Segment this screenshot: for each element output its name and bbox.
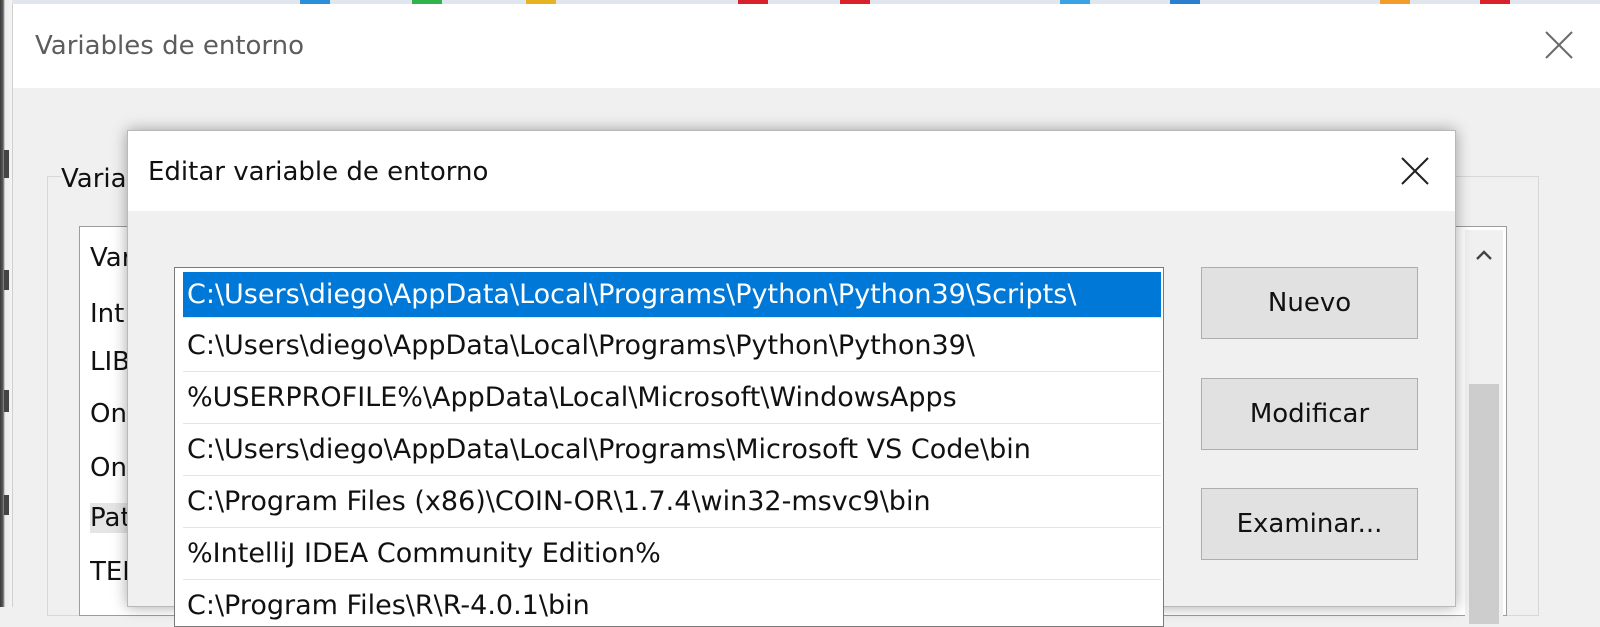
outer-dialog-title: Variables de entorno xyxy=(35,31,305,61)
chevron-up-icon[interactable] xyxy=(1473,244,1495,266)
path-entry[interactable]: %USERPROFILE%\AppData\Local\Microsoft\Wi… xyxy=(183,372,1161,424)
outer-titlebar: Variables de entorno xyxy=(13,4,1600,88)
inner-dialog-title: Editar variable de entorno xyxy=(148,157,489,187)
inner-titlebar: Editar variable de entorno xyxy=(128,131,1455,211)
edit-button[interactable]: Modificar xyxy=(1201,378,1418,450)
path-entries-list[interactable]: C:\Users\diego\AppData\Local\Programs\Py… xyxy=(174,267,1164,627)
close-icon[interactable] xyxy=(1399,155,1431,187)
new-button[interactable]: Nuevo xyxy=(1201,267,1418,339)
browse-button[interactable]: Examinar... xyxy=(1201,488,1418,560)
path-entry[interactable]: C:\Users\diego\AppData\Local\Programs\Py… xyxy=(183,320,1161,372)
path-entry[interactable]: C:\Program Files\R\R-4.0.1\bin xyxy=(183,580,1161,626)
scrollbar-thumb[interactable] xyxy=(1469,384,1499,624)
user-variables-scrollbar[interactable] xyxy=(1465,230,1503,624)
user-variables-group-label: Varia xyxy=(61,164,131,194)
close-icon[interactable] xyxy=(1542,28,1576,62)
path-entry[interactable]: C:\Users\diego\AppData\Local\Programs\Mi… xyxy=(183,424,1161,476)
path-entry[interactable]: C:\Program Files (x86)\COIN-OR\1.7.4\win… xyxy=(183,476,1161,528)
edit-environment-variable-dialog: Editar variable de entorno C:\Users\dieg… xyxy=(127,130,1456,627)
background-window-edge xyxy=(0,0,12,607)
path-entry[interactable]: %IntelliJ IDEA Community Edition% xyxy=(183,528,1161,580)
path-entry-selected[interactable]: C:\Users\diego\AppData\Local\Programs\Py… xyxy=(183,272,1161,318)
